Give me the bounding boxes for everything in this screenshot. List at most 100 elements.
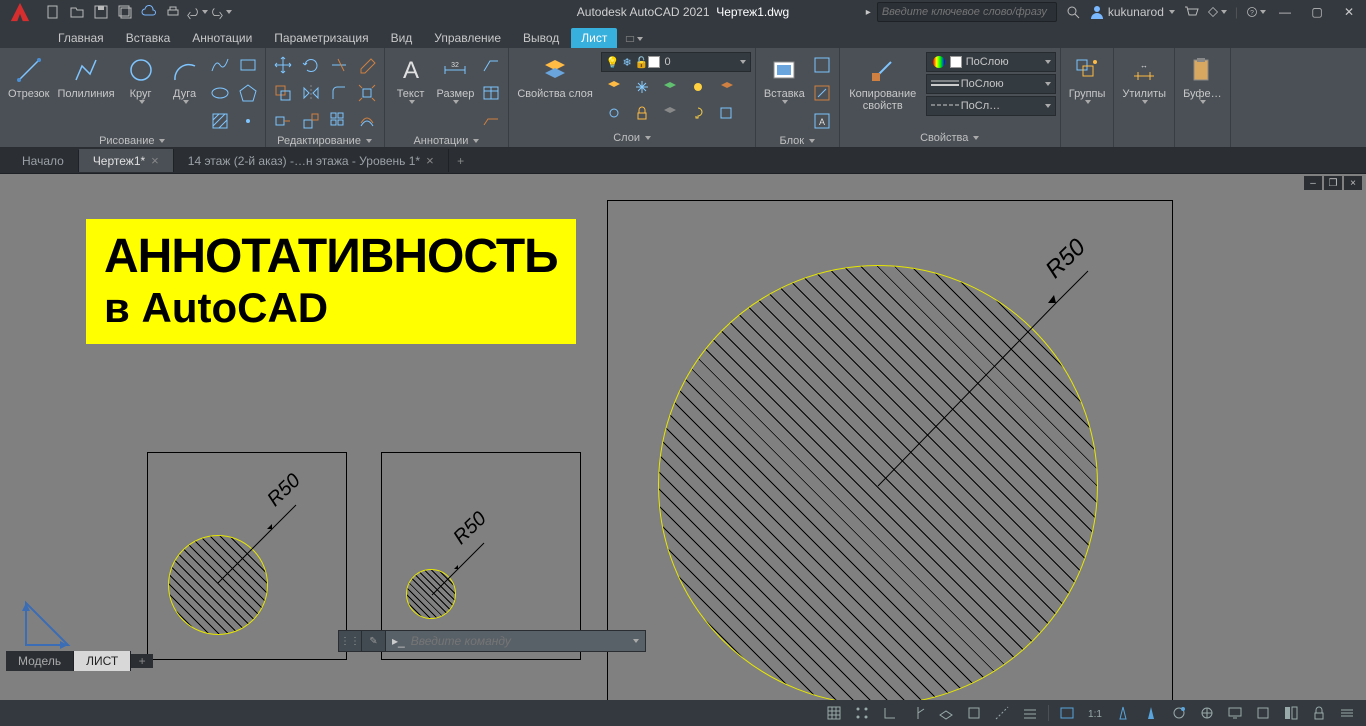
command-customize-icon[interactable]: ✎ bbox=[362, 630, 386, 652]
trim-icon[interactable] bbox=[326, 52, 352, 78]
point-icon[interactable] bbox=[235, 108, 261, 134]
sb-customize-icon[interactable] bbox=[1334, 702, 1360, 724]
sb-autoscale-icon[interactable] bbox=[1166, 702, 1192, 724]
canvas-close-icon[interactable]: × bbox=[1344, 176, 1362, 190]
new-icon[interactable] bbox=[42, 1, 64, 23]
layer-on-icon[interactable] bbox=[685, 100, 711, 126]
layer-thaw-icon[interactable] bbox=[685, 74, 711, 100]
layer-off-icon[interactable] bbox=[601, 100, 627, 126]
mleader-icon[interactable] bbox=[478, 108, 504, 134]
sb-isodraft-icon[interactable] bbox=[933, 702, 959, 724]
app-logo[interactable] bbox=[4, 0, 36, 24]
clipboard-button[interactable]: Буфе… bbox=[1179, 52, 1226, 106]
sb-qprops-icon[interactable] bbox=[1278, 702, 1304, 724]
doc-tab-floor14[interactable]: 14 этаж (2-й аказ) -…н этажа - Уровень 1… bbox=[174, 149, 449, 172]
color-dropdown[interactable]: ПоСлою bbox=[926, 52, 1056, 72]
open-icon[interactable] bbox=[66, 1, 88, 23]
user-menu[interactable]: kukunarod bbox=[1089, 4, 1175, 20]
rectangle-icon[interactable] bbox=[235, 52, 261, 78]
panel-title-layers[interactable]: Слои bbox=[513, 129, 750, 147]
sb-annovisibility-icon[interactable] bbox=[1138, 702, 1164, 724]
sb-osnap-icon[interactable] bbox=[961, 702, 987, 724]
erase-icon[interactable] bbox=[354, 52, 380, 78]
minimize-button[interactable]: — bbox=[1272, 2, 1298, 22]
dimension-button[interactable]: 32Размер bbox=[433, 52, 479, 106]
sb-otrack-icon[interactable] bbox=[989, 702, 1015, 724]
tab-parametric[interactable]: Параметризация bbox=[264, 28, 378, 48]
tab-view[interactable]: Вид bbox=[381, 28, 423, 48]
layer-mk-icon[interactable] bbox=[657, 74, 683, 100]
stretch-icon[interactable] bbox=[270, 108, 296, 134]
tab-home[interactable]: Главная bbox=[48, 28, 114, 48]
insert-block-button[interactable]: Вставка bbox=[760, 52, 809, 106]
panel-title-modify[interactable]: Редактирование bbox=[270, 134, 380, 147]
cloud-icon[interactable] bbox=[138, 1, 160, 23]
sb-monitor-icon[interactable] bbox=[1222, 702, 1248, 724]
rotate-icon[interactable] bbox=[298, 52, 324, 78]
layer-lock-icon[interactable] bbox=[629, 100, 655, 126]
viewport-small-2[interactable]: R50 bbox=[381, 452, 581, 660]
arc-button[interactable]: Дуга bbox=[163, 52, 207, 106]
saveas-icon[interactable] bbox=[114, 1, 136, 23]
utilities-button[interactable]: ↔Утилиты bbox=[1118, 52, 1170, 106]
table-icon[interactable] bbox=[478, 80, 504, 106]
layer-iso-icon[interactable] bbox=[601, 74, 627, 100]
doc-tab-start[interactable]: Начало bbox=[8, 150, 79, 172]
block-create-icon[interactable] bbox=[809, 52, 835, 78]
sb-units-icon[interactable] bbox=[1250, 702, 1276, 724]
redo-icon[interactable] bbox=[210, 1, 232, 23]
block-attr-icon[interactable]: A bbox=[809, 108, 835, 134]
undo-icon[interactable] bbox=[186, 1, 208, 23]
layer-frz-icon[interactable] bbox=[629, 74, 655, 100]
search-input[interactable] bbox=[877, 2, 1057, 22]
layout-tab-sheet[interactable]: ЛИСТ bbox=[74, 651, 131, 671]
canvas-restore-icon[interactable]: ❐ bbox=[1324, 176, 1342, 190]
apps-icon[interactable] bbox=[1207, 2, 1227, 22]
array-icon[interactable] bbox=[326, 108, 352, 134]
polyline-button[interactable]: Полилиния bbox=[53, 52, 118, 102]
lineweight-dropdown[interactable]: ПоСлою bbox=[926, 74, 1056, 94]
sb-layout-icon[interactable] bbox=[1054, 702, 1080, 724]
search-icon[interactable] bbox=[1063, 2, 1083, 22]
sb-lock-icon[interactable] bbox=[1306, 702, 1332, 724]
hatch-icon[interactable] bbox=[207, 108, 233, 134]
polygon-icon[interactable] bbox=[235, 80, 261, 106]
doc-tab-drawing1[interactable]: Чертеж1*× bbox=[79, 149, 174, 172]
panel-title-block[interactable]: Блок bbox=[760, 134, 835, 147]
viewport-large[interactable]: R50 bbox=[607, 200, 1173, 702]
text-button[interactable]: AТекст bbox=[389, 52, 433, 106]
scale-icon[interactable] bbox=[298, 108, 324, 134]
maximize-button[interactable]: ▢ bbox=[1304, 2, 1330, 22]
sb-ws-icon[interactable] bbox=[1194, 702, 1220, 724]
panel-title-draw[interactable]: Рисование bbox=[4, 134, 261, 147]
spline-icon[interactable] bbox=[207, 52, 233, 78]
new-tab-button[interactable]: + bbox=[449, 154, 473, 168]
copy-icon[interactable] bbox=[270, 80, 296, 106]
ribbon-collapse-icon[interactable] bbox=[625, 30, 643, 48]
panel-title-props[interactable]: Свойства bbox=[844, 129, 1056, 147]
close-icon[interactable]: × bbox=[151, 153, 159, 168]
tab-manage[interactable]: Управление bbox=[424, 28, 511, 48]
linetype-dropdown[interactable]: ПоСл… bbox=[926, 96, 1056, 116]
close-icon[interactable]: × bbox=[426, 153, 434, 168]
sb-grid-icon[interactable] bbox=[821, 702, 847, 724]
panel-title-annot[interactable]: Аннотации bbox=[389, 134, 505, 147]
fillet-icon[interactable] bbox=[326, 80, 352, 106]
save-icon[interactable] bbox=[90, 1, 112, 23]
tab-layout[interactable]: Лист bbox=[571, 28, 617, 48]
ellipse-icon[interactable] bbox=[207, 80, 233, 106]
layout-tab-model[interactable]: Модель bbox=[6, 651, 74, 671]
ucs-icon[interactable] bbox=[22, 595, 76, 652]
command-handle-icon[interactable]: ⋮⋮ bbox=[338, 630, 362, 652]
sb-ortho-icon[interactable] bbox=[877, 702, 903, 724]
sb-scale-icon[interactable]: 1:1 bbox=[1082, 702, 1108, 724]
layer-unisolate-icon[interactable] bbox=[657, 100, 683, 126]
close-button[interactable]: ✕ bbox=[1336, 2, 1362, 22]
layer-states-icon[interactable] bbox=[713, 100, 739, 126]
sb-annoscale-icon[interactable] bbox=[1110, 702, 1136, 724]
search-field[interactable] bbox=[882, 6, 1052, 18]
sb-lwt-icon[interactable] bbox=[1017, 702, 1043, 724]
leader-icon[interactable] bbox=[478, 52, 504, 78]
command-input[interactable]: ▸_ bbox=[386, 630, 646, 652]
tab-annotations[interactable]: Аннотации bbox=[182, 28, 262, 48]
